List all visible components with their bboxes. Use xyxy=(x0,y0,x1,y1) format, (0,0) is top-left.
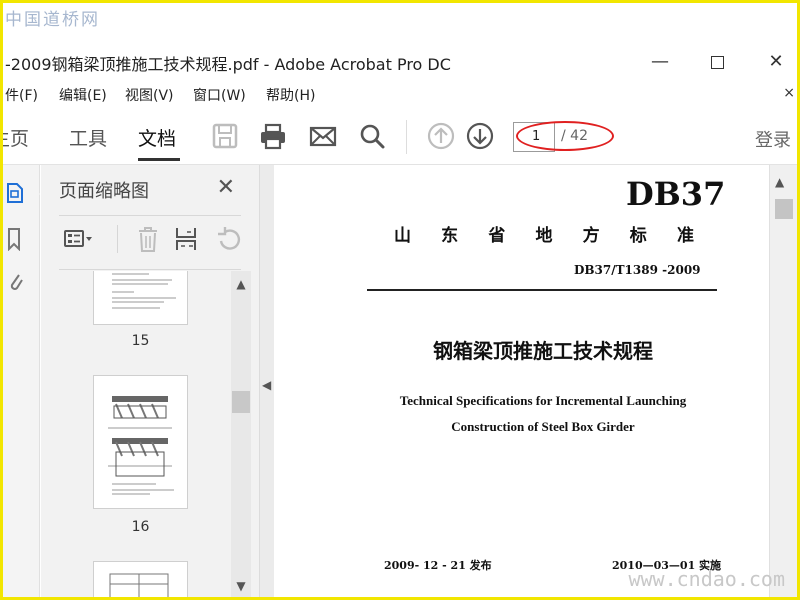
menu-help[interactable]: 帮助(H) xyxy=(266,85,315,105)
menu-edit[interactable]: 编辑(E) xyxy=(59,85,107,105)
thumbnail-panel: 页面缩略图 ✕ 15 16 ▲ ▼ xyxy=(41,165,260,597)
print-icon[interactable] xyxy=(259,122,287,150)
close-panel-button[interactable]: ✕ xyxy=(217,175,235,200)
tab-tools[interactable]: 工具 xyxy=(69,124,107,151)
panel-divider xyxy=(59,215,241,216)
minimize-button[interactable]: — xyxy=(643,47,677,77)
doc-standard-type: 山 东 省 地 方 标 准 xyxy=(394,221,694,246)
menu-bar: 件(F) 编辑(E) 视图(V) 窗口(W) 帮助(H) × xyxy=(3,82,797,106)
tab-home-clip: 主页 xyxy=(3,108,43,164)
window-title: -2009钢箱梁顶推施工技术规程.pdf - Adobe Acrobat Pro… xyxy=(5,55,451,74)
doc-release-date: 2009- 12 - 21 发布 xyxy=(384,559,492,572)
app-window: 中国道桥网 -2009钢箱梁顶推施工技术规程.pdf - Adobe Acrob… xyxy=(0,0,800,600)
std-char: 方 xyxy=(582,226,600,246)
doc-title-english-2: Construction of Steel Box Girder xyxy=(451,419,635,434)
std-char: 省 xyxy=(488,226,506,246)
close-document-button[interactable]: × xyxy=(783,85,795,101)
std-char: 标 xyxy=(629,226,647,246)
thumbnail-list: 15 16 xyxy=(41,271,235,597)
std-char: 准 xyxy=(676,226,694,246)
doc-rule xyxy=(367,289,717,291)
thumbnail-scrollbar[interactable] xyxy=(231,271,251,597)
scroll-down-arrow-icon[interactable]: ▼ xyxy=(231,579,251,593)
menu-file[interactable]: 件(F) xyxy=(5,85,38,105)
login-button[interactable]: 登录 xyxy=(755,126,791,152)
menu-window[interactable]: 窗口(W) xyxy=(193,85,246,105)
thumbnail-page-17[interactable] xyxy=(93,561,188,597)
document-scrollbar-thumb[interactable] xyxy=(775,199,793,219)
collapse-arrow-icon[interactable]: ◀ xyxy=(262,378,271,392)
page-thumbnails-icon[interactable] xyxy=(7,183,23,203)
left-tool-rail xyxy=(3,165,40,597)
document-scrollbar[interactable]: ▲ xyxy=(769,165,797,597)
bookmark-icon[interactable] xyxy=(7,227,21,251)
doc-title-chinese: 钢箱梁顶推施工技术规程 xyxy=(433,339,653,363)
attachment-icon[interactable] xyxy=(7,269,23,295)
thumbnail-page-17-preview xyxy=(109,573,169,597)
thumbnail-options-icon[interactable] xyxy=(63,225,93,253)
std-char: 东 xyxy=(441,226,459,246)
tab-home[interactable]: 主页 xyxy=(3,124,29,151)
panel-title: 页面缩略图 xyxy=(59,181,149,202)
thumbnail-label: 16 xyxy=(131,519,150,535)
extract-pages-icon[interactable] xyxy=(173,225,203,253)
page-up-icon[interactable] xyxy=(427,122,455,150)
doc-standard-prefix: DB37 xyxy=(626,175,726,213)
search-icon[interactable] xyxy=(358,122,386,150)
scroll-up-arrow-icon[interactable]: ▲ xyxy=(231,277,251,291)
active-tab-indicator xyxy=(138,158,180,161)
panel-tool-separator xyxy=(117,225,118,253)
std-char: 地 xyxy=(535,226,553,246)
active-rail-pointer xyxy=(33,187,40,201)
toolbar-separator xyxy=(406,120,407,154)
close-window-button[interactable]: ✕ xyxy=(759,47,793,77)
thumbnail-page-16[interactable] xyxy=(93,375,188,509)
doc-standard-code: DB37/T1389 -2009 xyxy=(574,263,701,277)
rotate-icon[interactable] xyxy=(213,225,243,253)
save-icon[interactable] xyxy=(211,122,239,150)
doc-scroll-up-icon[interactable]: ▲ xyxy=(775,175,784,189)
thumbnail-page-15[interactable] xyxy=(93,271,188,325)
thumbnail-page-16-preview xyxy=(108,396,174,495)
thumbnail-label: 15 xyxy=(131,333,150,349)
watermark-bottom-right: www.cndao.com xyxy=(628,567,785,591)
thumbnail-page-15-preview xyxy=(112,273,176,309)
doc-title-english-1: Technical Specifications for Incremental… xyxy=(399,393,687,408)
maximize-icon xyxy=(710,55,724,69)
panel-divider-2 xyxy=(59,269,241,270)
watermark-top-left: 中国道桥网 xyxy=(5,10,100,30)
std-char: 山 xyxy=(394,226,411,246)
main-toolbar: 主页 工具 文档 xyxy=(3,108,797,165)
maximize-button[interactable] xyxy=(700,47,734,77)
page-down-icon[interactable] xyxy=(466,122,494,150)
document-view[interactable]: DB37 山 东 省 地 方 标 准 DB37/T1389 -2009 钢箱梁顶… xyxy=(274,165,769,597)
mail-icon[interactable] xyxy=(309,122,337,150)
delete-icon[interactable] xyxy=(133,225,163,253)
title-bar: -2009钢箱梁顶推施工技术规程.pdf - Adobe Acrobat Pro… xyxy=(3,43,797,85)
thumbnail-scrollbar-thumb[interactable] xyxy=(232,391,250,413)
tab-document[interactable]: 文档 xyxy=(138,124,176,151)
menu-view[interactable]: 视图(V) xyxy=(125,85,174,105)
annotation-ellipse xyxy=(516,121,614,151)
